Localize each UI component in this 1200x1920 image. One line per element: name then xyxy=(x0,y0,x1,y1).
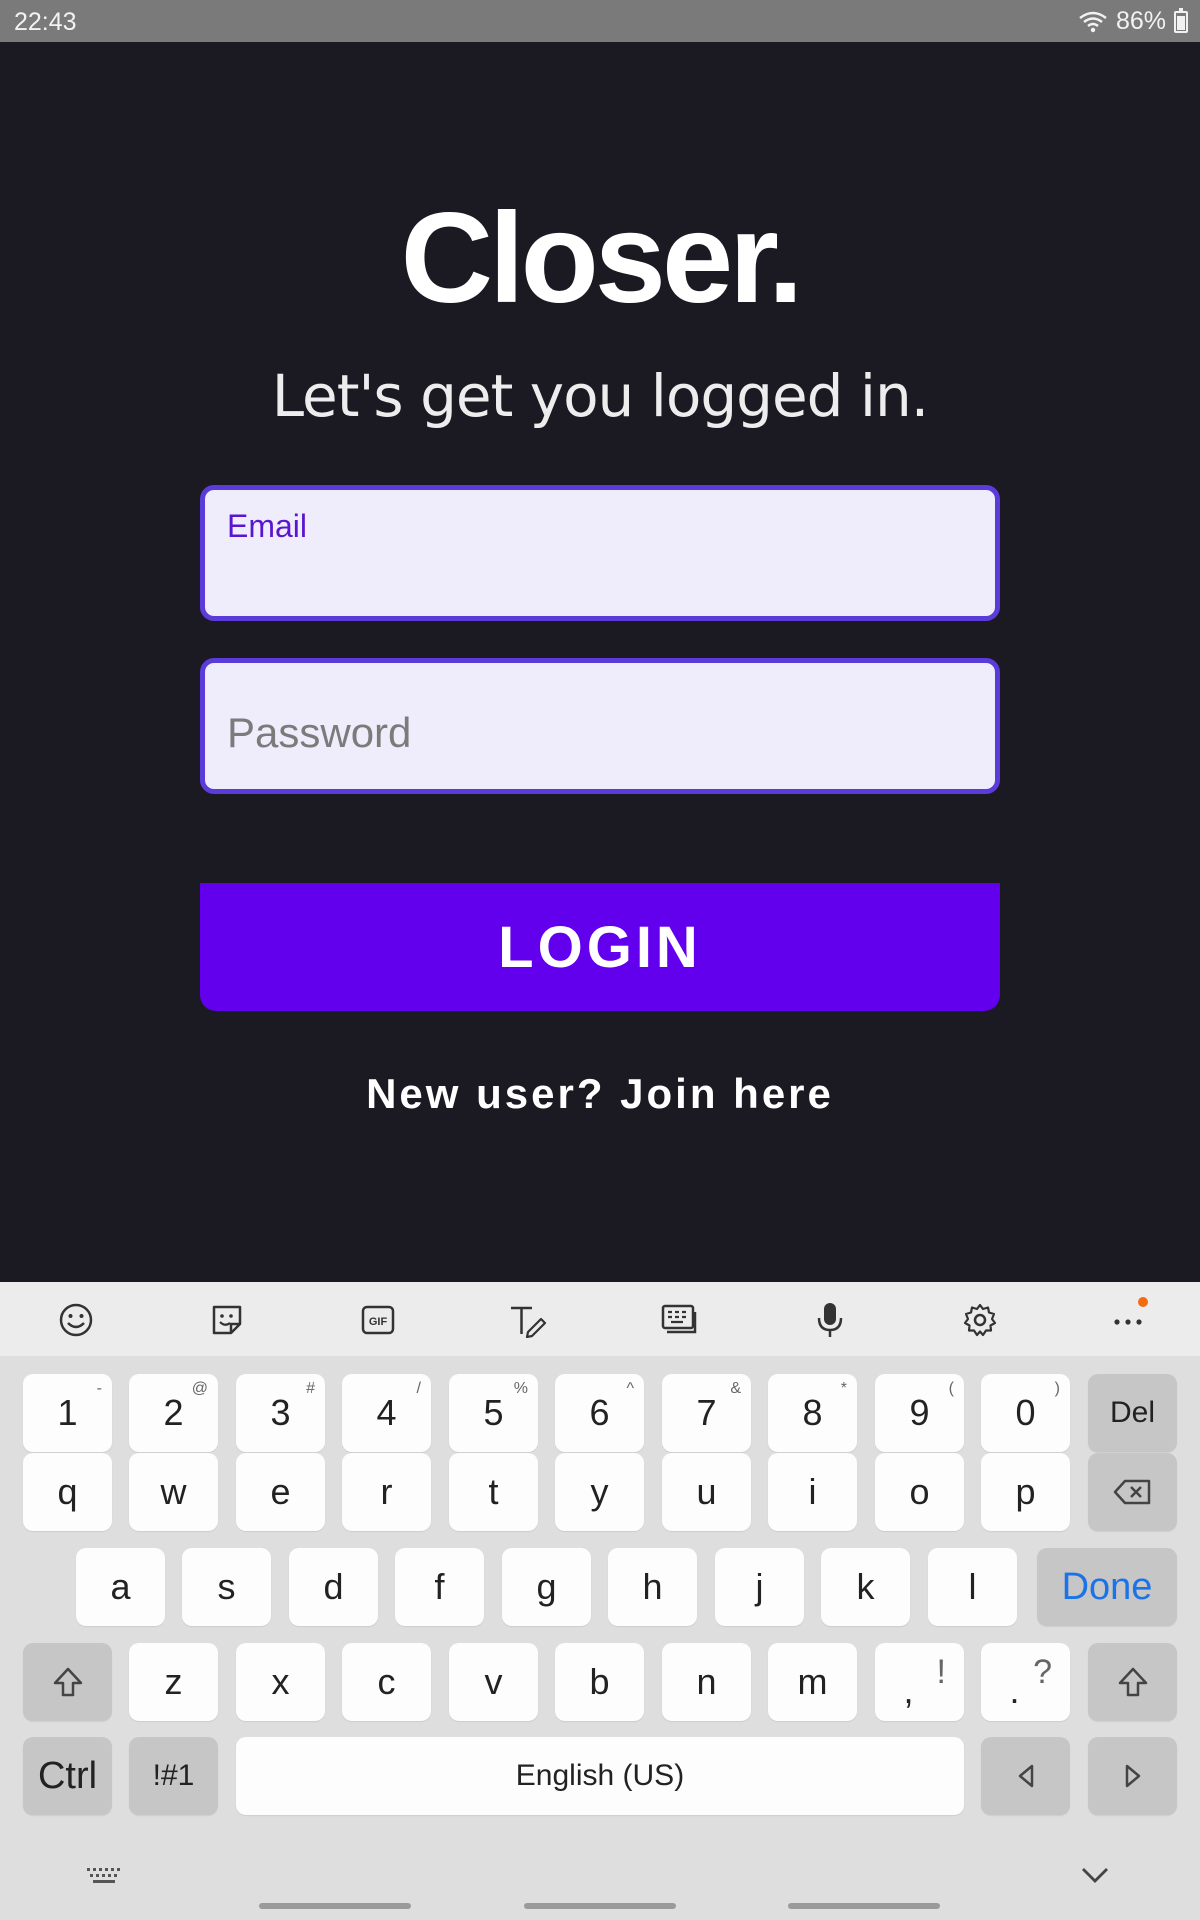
key-9[interactable]: 9( xyxy=(875,1374,964,1452)
key-3[interactable]: 3 # xyxy=(236,1374,325,1452)
key-8[interactable]: 8 * xyxy=(768,1374,857,1452)
arrow-right-icon xyxy=(1125,1764,1140,1788)
email-input[interactable] xyxy=(225,554,975,602)
key-comma[interactable]: ,! xyxy=(875,1643,964,1721)
key-k[interactable]: k xyxy=(821,1548,910,1626)
microphone-icon[interactable] xyxy=(808,1298,852,1342)
app-title: Closer. xyxy=(400,187,804,330)
settings-icon[interactable] xyxy=(958,1298,1002,1342)
done-key[interactable]: Done xyxy=(1037,1548,1177,1626)
key-t[interactable]: t xyxy=(449,1453,538,1531)
del-key[interactable]: Del xyxy=(1088,1374,1177,1452)
key-7[interactable]: 7 & xyxy=(662,1374,751,1452)
key-h[interactable]: h xyxy=(608,1548,697,1626)
key-q[interactable]: q xyxy=(23,1453,112,1531)
shift-icon xyxy=(1118,1667,1147,1697)
key-b[interactable]: b xyxy=(555,1643,644,1721)
key-o[interactable]: o xyxy=(875,1453,964,1531)
key-f[interactable]: f xyxy=(395,1548,484,1626)
backspace-icon xyxy=(1113,1479,1150,1505)
status-bar: 22:43 86% xyxy=(0,0,1200,42)
shift-icon xyxy=(53,1667,82,1697)
gif-icon[interactable]: GIF xyxy=(356,1298,400,1342)
shift-right-key[interactable] xyxy=(1088,1643,1177,1721)
password-placeholder: Password xyxy=(227,709,412,756)
key-6[interactable]: 6 ^ xyxy=(555,1374,644,1452)
keyboard-layout-icon[interactable] xyxy=(657,1298,701,1342)
hide-keyboard-icon[interactable] xyxy=(1080,1864,1110,1891)
login-subtitle: Let's get you logged in. xyxy=(271,362,929,430)
key-n[interactable]: n xyxy=(662,1643,751,1721)
key-g[interactable]: g xyxy=(502,1548,591,1626)
sticker-icon[interactable] xyxy=(205,1298,249,1342)
key-r[interactable]: r xyxy=(342,1453,431,1531)
gif-label: GIF xyxy=(369,1316,388,1328)
key-5[interactable]: 5% xyxy=(449,1374,538,1452)
space-key[interactable]: English (US) xyxy=(236,1737,964,1815)
key-x[interactable]: x xyxy=(236,1643,325,1721)
key-j[interactable]: j xyxy=(715,1548,804,1626)
login-button[interactable]: LOGIN xyxy=(200,883,1000,1011)
key-period[interactable]: .? xyxy=(981,1643,1070,1721)
nav-home-handle[interactable] xyxy=(524,1903,676,1909)
key-z[interactable]: z xyxy=(129,1643,218,1721)
key-e[interactable]: e xyxy=(236,1453,325,1531)
emoji-icon[interactable] xyxy=(54,1298,98,1342)
key-c[interactable]: c xyxy=(342,1643,431,1721)
key-4[interactable]: 4/ xyxy=(342,1374,431,1452)
arrow-left-icon xyxy=(1018,1764,1033,1788)
backspace-key[interactable] xyxy=(1088,1453,1177,1531)
wifi-icon xyxy=(1079,11,1107,32)
key-p[interactable]: p xyxy=(981,1453,1070,1531)
join-link[interactable]: New user? Join here xyxy=(0,1070,1200,1118)
key-s[interactable]: s xyxy=(182,1548,271,1626)
key-0[interactable]: 0) xyxy=(981,1374,1070,1452)
keyboard-switch-icon[interactable] xyxy=(86,1866,122,1891)
status-icons: 86% xyxy=(1078,7,1188,36)
shift-left-key[interactable] xyxy=(23,1643,112,1721)
key-l[interactable]: l xyxy=(928,1548,1017,1626)
cursor-right-key[interactable] xyxy=(1088,1737,1177,1815)
key-u[interactable]: u xyxy=(662,1453,751,1531)
password-field[interactable]: Password xyxy=(200,658,1000,794)
battery-icon xyxy=(1174,7,1188,33)
key-v[interactable]: v xyxy=(449,1643,538,1721)
battery-percent: 86% xyxy=(1115,7,1166,35)
key-d[interactable]: d xyxy=(289,1548,378,1626)
cursor-left-key[interactable] xyxy=(981,1737,1070,1815)
key-2[interactable]: 2 @ xyxy=(129,1374,218,1452)
keyboard-toolbar: GIF xyxy=(0,1282,1200,1356)
email-field[interactable]: Email xyxy=(200,485,1000,621)
on-screen-keyboard: GIF 1- 2 @ 3 # 4/ 5% 6 ^ 7 & 8 * 9( 0) Del q … xyxy=(0,1282,1200,1920)
key-m[interactable]: m xyxy=(768,1643,857,1721)
nav-back-handle[interactable] xyxy=(788,1903,940,1909)
key-a[interactable]: a xyxy=(76,1548,165,1626)
email-label: Email xyxy=(227,508,308,544)
status-time: 22:43 xyxy=(14,8,77,36)
key-w[interactable]: w xyxy=(129,1453,218,1531)
notification-dot xyxy=(1138,1297,1148,1307)
nav-recent-handle[interactable] xyxy=(259,1903,411,1909)
symbols-key[interactable]: !#1 xyxy=(129,1737,218,1815)
key-i[interactable]: i xyxy=(768,1453,857,1531)
key-1[interactable]: 1- xyxy=(23,1374,112,1452)
ctrl-key[interactable]: Ctrl xyxy=(23,1737,112,1815)
key-y[interactable]: y xyxy=(555,1453,644,1531)
handwriting-icon[interactable] xyxy=(506,1298,550,1342)
